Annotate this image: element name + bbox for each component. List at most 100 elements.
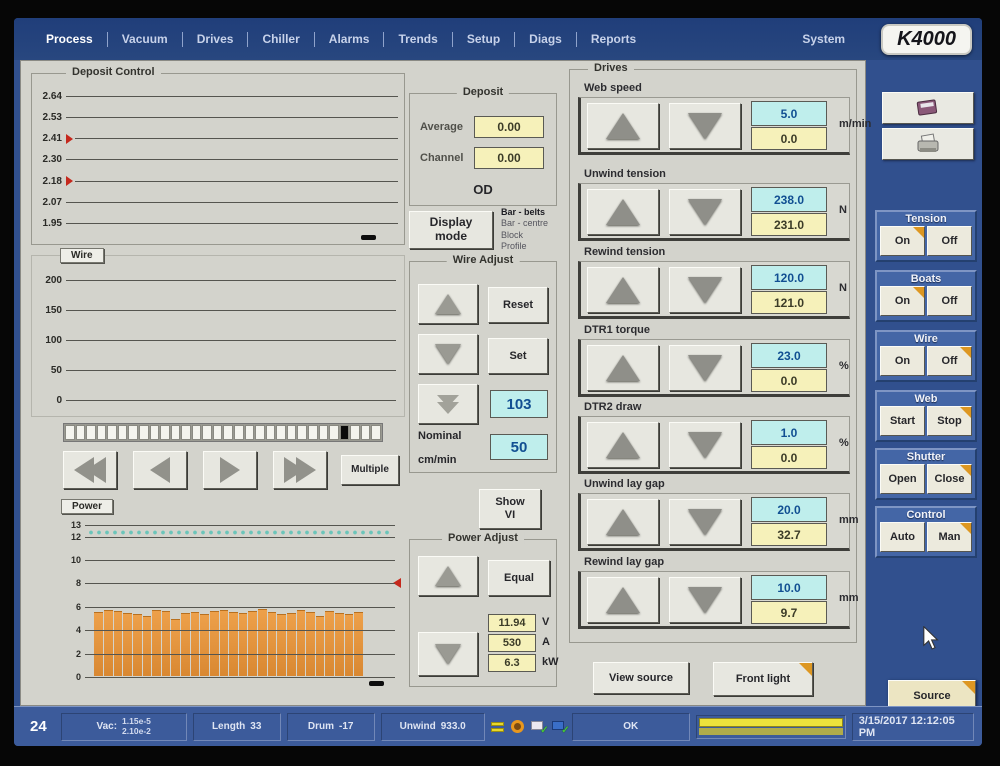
- show-vi-button[interactable]: Show VI: [479, 489, 541, 529]
- nominal-value-field[interactable]: 50: [490, 434, 548, 460]
- strip-cell[interactable]: [171, 425, 181, 440]
- wire-on-button[interactable]: On: [880, 346, 925, 376]
- strip-cell[interactable]: [245, 425, 255, 440]
- strip-cell[interactable]: [86, 425, 96, 440]
- strip-cell[interactable]: [287, 425, 297, 440]
- setpoint-field[interactable]: 23.0: [751, 343, 827, 368]
- decrease-button[interactable]: [669, 499, 741, 545]
- decrease-button[interactable]: [669, 422, 741, 468]
- web-start-button[interactable]: Start: [880, 406, 925, 436]
- strip-cell[interactable]: [181, 425, 191, 440]
- power-down-button[interactable]: [418, 632, 478, 676]
- decrease-button[interactable]: [669, 577, 741, 623]
- strip-cell[interactable]: [65, 425, 75, 440]
- strip-cell[interactable]: [202, 425, 212, 440]
- strip-cell[interactable]: [192, 425, 202, 440]
- step-back-button[interactable]: [133, 451, 187, 489]
- strip-cell[interactable]: [97, 425, 107, 440]
- strip-cell[interactable]: [276, 425, 286, 440]
- tab-drives[interactable]: Drives: [189, 26, 242, 52]
- strip-cell[interactable]: [361, 425, 371, 440]
- setpoint-field[interactable]: 238.0: [751, 187, 827, 212]
- tab-process[interactable]: Process: [38, 26, 101, 52]
- multiple-button[interactable]: Multiple: [341, 455, 399, 485]
- setpoint-field[interactable]: 120.0: [751, 265, 827, 290]
- power-up-button[interactable]: [418, 556, 478, 596]
- wire-off-button[interactable]: Off: [927, 346, 972, 376]
- rewind-button[interactable]: [63, 451, 117, 489]
- decrease-button[interactable]: [669, 189, 741, 235]
- strip-cell[interactable]: [150, 425, 160, 440]
- strip-cell[interactable]: [297, 425, 307, 440]
- decrease-button[interactable]: [669, 103, 741, 149]
- tab-chiller[interactable]: Chiller: [254, 26, 307, 52]
- strip-cell[interactable]: [234, 425, 244, 440]
- channel-value-field[interactable]: 0.00: [474, 147, 544, 169]
- strip-cell[interactable]: [371, 425, 381, 440]
- strip-cell-active[interactable]: [340, 425, 350, 440]
- wire-up-button[interactable]: [418, 284, 478, 324]
- increase-button[interactable]: [587, 189, 659, 235]
- wire-boat-strip[interactable]: [63, 423, 383, 442]
- setpoint-field[interactable]: 5.0: [751, 101, 827, 126]
- strip-cell[interactable]: [329, 425, 339, 440]
- tab-setup[interactable]: Setup: [459, 26, 508, 52]
- shutter-close-button[interactable]: Close: [927, 464, 972, 494]
- view-source-button[interactable]: View source: [593, 662, 689, 694]
- increase-button[interactable]: [587, 577, 659, 623]
- setpoint-field[interactable]: 20.0: [751, 497, 827, 522]
- wire-down-button[interactable]: [418, 334, 478, 374]
- drives-group: Drives Web speed5.00.0m/minUnwind tensio…: [569, 69, 857, 643]
- power-equal-button[interactable]: Equal: [488, 560, 550, 596]
- strip-cell[interactable]: [76, 425, 86, 440]
- decrease-button[interactable]: [669, 267, 741, 313]
- strip-cell[interactable]: [139, 425, 149, 440]
- control-auto-button[interactable]: Auto: [880, 522, 925, 552]
- increase-button[interactable]: [587, 499, 659, 545]
- strip-cell[interactable]: [107, 425, 117, 440]
- logbook-button[interactable]: [882, 92, 974, 124]
- print-button[interactable]: [882, 128, 974, 160]
- power-bar: [277, 614, 286, 676]
- strip-cell[interactable]: [350, 425, 360, 440]
- strip-cell[interactable]: [223, 425, 233, 440]
- tension-off-button[interactable]: Off: [927, 226, 972, 256]
- strip-cell[interactable]: [266, 425, 276, 440]
- increase-button[interactable]: [587, 422, 659, 468]
- increase-button[interactable]: [587, 345, 659, 391]
- strip-cell[interactable]: [213, 425, 223, 440]
- display-mode-button[interactable]: Display mode: [409, 211, 493, 249]
- strip-cell[interactable]: [319, 425, 329, 440]
- tab-vacuum[interactable]: Vacuum: [114, 26, 176, 52]
- tab-diags[interactable]: Diags: [521, 26, 570, 52]
- tab-trends[interactable]: Trends: [390, 26, 445, 52]
- setpoint-field[interactable]: 10.0: [751, 575, 827, 600]
- shutter-open-button[interactable]: Open: [880, 464, 925, 494]
- wire-fast-down-button[interactable]: [418, 384, 478, 424]
- tension-on-button[interactable]: On: [880, 226, 925, 256]
- fast-forward-button[interactable]: [273, 451, 327, 489]
- wire-reset-button[interactable]: Reset: [488, 287, 548, 323]
- strip-cell[interactable]: [308, 425, 318, 440]
- boats-on-button[interactable]: On: [880, 286, 925, 316]
- drive-label: DTR2 draw: [584, 401, 641, 413]
- tab-alarms[interactable]: Alarms: [321, 26, 378, 52]
- increase-button[interactable]: [587, 103, 659, 149]
- wire-adjust-value-field[interactable]: 103: [490, 390, 548, 418]
- strip-cell[interactable]: [255, 425, 265, 440]
- setpoint-field[interactable]: 1.0: [751, 420, 827, 445]
- increase-button[interactable]: [587, 267, 659, 313]
- strip-cell[interactable]: [118, 425, 128, 440]
- control-man-button[interactable]: Man: [927, 522, 972, 552]
- boats-off-button[interactable]: Off: [927, 286, 972, 316]
- decrease-button[interactable]: [669, 345, 741, 391]
- step-forward-button[interactable]: [203, 451, 257, 489]
- tab-system[interactable]: System: [794, 26, 853, 52]
- strip-cell[interactable]: [160, 425, 170, 440]
- average-value-field[interactable]: 0.00: [474, 116, 544, 138]
- strip-cell[interactable]: [128, 425, 138, 440]
- web-stop-button[interactable]: Stop: [927, 406, 972, 436]
- wire-set-button[interactable]: Set: [488, 338, 548, 374]
- tab-reports[interactable]: Reports: [583, 26, 644, 52]
- front-light-button[interactable]: Front light: [713, 662, 813, 696]
